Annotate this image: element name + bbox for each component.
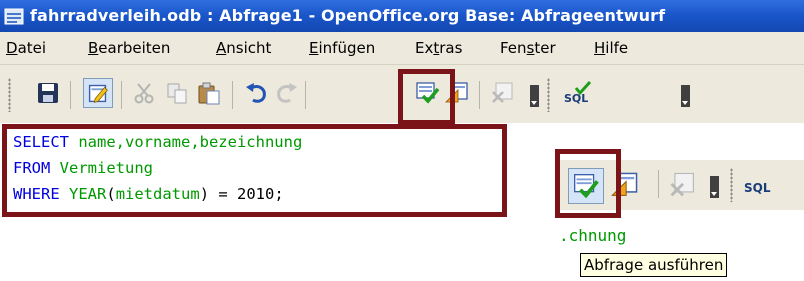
menu-label-accelerator: A xyxy=(216,39,227,57)
menu-fenster[interactable]: Fenster xyxy=(500,39,556,57)
sql-icon[interactable]: SQL xyxy=(744,172,774,198)
dropdown-arrow-icon[interactable] xyxy=(530,85,539,107)
toolbar-separator xyxy=(70,81,71,109)
cut-icon[interactable] xyxy=(131,80,157,106)
undo-icon[interactable] xyxy=(243,80,269,106)
menu-label-accelerator: H xyxy=(594,39,606,57)
menu-ansicht[interactable]: Ansicht xyxy=(216,39,271,57)
toolbar-separator xyxy=(658,170,659,198)
menu-hilfe[interactable]: Hilfe xyxy=(594,39,628,57)
toolbar-grip[interactable] xyxy=(8,78,11,112)
svg-text:SQL: SQL xyxy=(744,181,771,195)
sql-text-fragment: .chnung xyxy=(559,226,627,245)
run-query-tooltip: Abfrage ausführen xyxy=(580,253,728,277)
toolbar-grip[interactable] xyxy=(730,168,733,202)
edit-mode-icon[interactable] xyxy=(83,78,113,108)
run-button-highlight xyxy=(398,69,455,125)
menu-label-post: ras xyxy=(439,39,463,57)
title-bar[interactable]: fahrradverleih.odb : Abfrage1 - OpenOffi… xyxy=(0,0,804,32)
toolbar-grip[interactable] xyxy=(547,78,550,112)
toolbar-separator xyxy=(305,81,306,109)
sql-statement-highlight xyxy=(2,124,507,217)
dropdown-arrow-icon[interactable] xyxy=(681,85,690,107)
menu-label-pre: Ex xyxy=(415,39,434,57)
redo-icon[interactable] xyxy=(274,80,300,106)
dropdown-arrow-icon[interactable] xyxy=(710,176,719,198)
toolbar-separator xyxy=(121,81,122,109)
save-icon[interactable] xyxy=(35,80,61,106)
menu-einfuegen[interactable]: Einfügen xyxy=(309,39,375,57)
menu-label-accelerator: B xyxy=(88,39,99,57)
menu-label-post: infügen xyxy=(318,39,376,57)
menu-label-pre: Fen xyxy=(500,39,527,57)
menu-extras[interactable]: Extras xyxy=(415,39,462,57)
menu-label-post: nsicht xyxy=(226,39,272,57)
clear-query-icon[interactable] xyxy=(490,80,516,106)
sql-icon[interactable]: SQL xyxy=(563,80,593,106)
copy-icon[interactable] xyxy=(164,80,190,106)
menu-label-post: ter xyxy=(534,39,556,57)
menu-bearbeiten[interactable]: Bearbeiten xyxy=(88,39,170,57)
menu-label-accelerator: D xyxy=(6,39,18,57)
window-title: fahrradverleih.odb : Abfrage1 - OpenOffi… xyxy=(30,6,666,25)
toolbar-separator xyxy=(479,81,480,109)
paste-icon[interactable] xyxy=(196,80,222,106)
toolbar-separator xyxy=(232,81,233,109)
zoomed-run-button-highlight xyxy=(555,149,621,218)
clear-query-icon[interactable] xyxy=(668,170,698,200)
menu-datei[interactable]: Datei xyxy=(6,39,46,57)
menu-label-post: ilfe xyxy=(605,39,629,57)
menu-bar: Datei Bearbeiten Ansicht Einfügen Extras… xyxy=(0,32,804,65)
svg-text:SQL: SQL xyxy=(564,92,588,105)
menu-label-post: atei xyxy=(17,39,47,57)
openoffice-app-icon xyxy=(4,8,24,25)
menu-label-post: earbeiten xyxy=(98,39,171,57)
